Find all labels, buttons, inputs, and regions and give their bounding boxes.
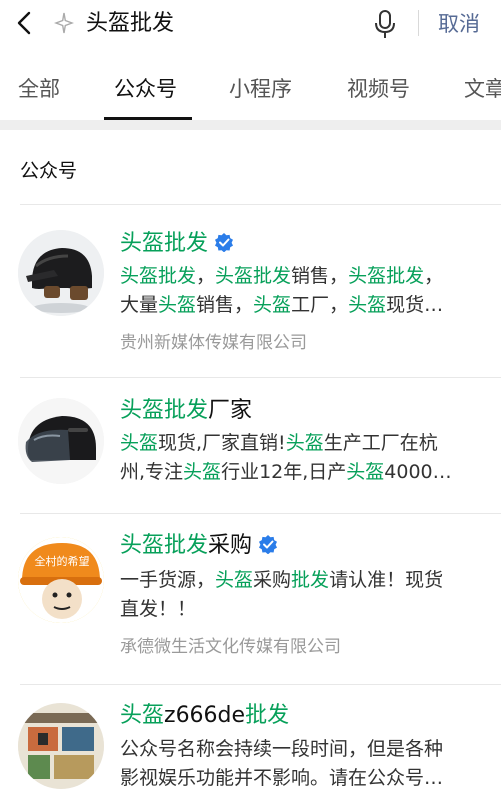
description-text: 现货… (386, 294, 444, 316)
search-input[interactable]: 头盔批发 (86, 9, 174, 39)
keyword-highlight: 头盔 (120, 432, 159, 454)
helmet-icon (18, 230, 104, 316)
tab-channels[interactable]: 视频号 (347, 74, 410, 104)
description-line: 影视娱乐功能并不影响。请在公众号… (120, 764, 480, 793)
helmet-visor-icon (18, 398, 104, 484)
description-line: 头盔批发，头盔批发销售，头盔批发， (120, 262, 480, 291)
verified-badge-icon (215, 233, 234, 252)
back-arrow-icon[interactable] (14, 10, 36, 36)
tab-articles[interactable]: 文章 (464, 74, 501, 104)
description-line: 州,专注头盔行业12年,日产头盔4000… (120, 458, 480, 487)
tab-all[interactable]: 全部 (18, 74, 60, 104)
description-text: 影视娱乐功能并不影响。请在公众号… (120, 767, 444, 789)
keyword-highlight: 头盔 (158, 294, 197, 316)
account-name[interactable]: 头盔z666de批发 (120, 701, 289, 731)
description-text: 请认准！现货 (329, 569, 444, 591)
tab-bar: 全部 公众号 小程序 视频号 文章 (0, 58, 501, 120)
keyword-highlight: 头盔批发 (120, 398, 209, 423)
description-text: 销售， (291, 265, 349, 287)
microphone-icon[interactable] (372, 8, 398, 40)
tab-mini-programs[interactable]: 小程序 (229, 74, 292, 104)
description-text: 4000… (384, 461, 452, 483)
result-item[interactable]: 头盔z666de批发 公众号名称会持续一段时间，但是各种 影视娱乐功能并不影响。请… (0, 685, 501, 793)
search-bar: 头盔批发 取消 (0, 0, 501, 48)
description-text: ， (196, 265, 216, 287)
description-text: 销售， (196, 294, 254, 316)
description-text: 生产工厂在杭 (323, 432, 438, 454)
keyword-highlight: 头盔 (285, 432, 324, 454)
description-text: 现货,厂家直销! (158, 432, 286, 454)
keyword-highlight: 头盔批发 (215, 265, 292, 287)
account-description: 一手货源，头盔采购批发请认准！现货直发！！ (120, 566, 480, 624)
account-description: 头盔批发，头盔批发销售，头盔批发， 大量头盔销售，头盔工厂，头盔现货… (120, 262, 480, 320)
description-text: 工厂， (291, 294, 349, 316)
section-title: 公众号 (20, 160, 78, 182)
account-name[interactable]: 头盔批发厂家 (120, 396, 252, 426)
company-name: 承德微生活文化传媒有限公司 (120, 637, 341, 657)
keyword-highlight: 头盔 (253, 294, 292, 316)
name-text: 采购 (208, 533, 253, 558)
verified-badge-icon (259, 535, 278, 554)
keyword-highlight: 头盔批发 (120, 533, 209, 558)
keyword-highlight: 头盔 (346, 461, 385, 483)
description-line: 一手货源，头盔采购批发请认准！现货 (120, 566, 480, 595)
search-divider (418, 10, 419, 36)
avatar-helmet-visor (18, 398, 104, 484)
result-item[interactable]: 头盔批发厂家 头盔现货,厂家直销!头盔生产工厂在杭 州,专注头盔行业12年,日产头… (0, 378, 501, 513)
description-text: 州,专注 (120, 461, 184, 483)
description-text: 公众号名称会持续一段时间，但是各种 (120, 738, 444, 760)
sparkle-icon (53, 12, 75, 34)
keyword-highlight: 头盔 (120, 703, 165, 728)
tab-official-accounts[interactable]: 公众号 (114, 74, 177, 104)
account-description: 头盔现货,厂家直销!头盔生产工厂在杭 州,专注头盔行业12年,日产头盔4000… (120, 429, 480, 487)
result-item[interactable]: 头盔批发 头盔批发，头盔批发销售，头盔批发， 大量头盔销售，头盔工厂，头盔现货… … (0, 205, 501, 377)
name-text: 厂家 (208, 398, 253, 423)
keyword-highlight: 头盔批发 (120, 265, 197, 287)
cartoon-face-icon: 全村的希望 (18, 537, 104, 623)
description-line: 直发！！ (120, 595, 480, 624)
description-line: 大量头盔销售，头盔工厂，头盔现货… (120, 291, 480, 320)
keyword-highlight: 头盔 (183, 461, 222, 483)
keyword-highlight: 批发 (291, 569, 330, 591)
company-name: 贵州新媒体传媒有限公司 (120, 333, 307, 353)
section-separator (0, 120, 501, 130)
result-item[interactable]: 全村的希望 头盔批发采购 一手货源，头盔采购批发请认准！现货 直发！！ 承德微生活… (0, 514, 501, 684)
description-text: 大量 (120, 294, 159, 316)
avatar-helmet (18, 230, 104, 316)
avatar-cartoon: 全村的希望 (18, 537, 104, 623)
film-collage-icon (18, 703, 104, 789)
description-text: 一手货源， (120, 569, 216, 591)
account-name[interactable]: 头盔批发采购 (120, 531, 278, 561)
account-name[interactable]: 头盔批发 (120, 229, 234, 259)
description-text: 直发！！ (120, 598, 197, 620)
cancel-button[interactable]: 取消 (438, 9, 480, 39)
name-text: z666de (164, 703, 246, 728)
account-description: 公众号名称会持续一段时间，但是各种 影视娱乐功能并不影响。请在公众号… (120, 735, 480, 793)
description-line: 头盔现货,厂家直销!头盔生产工厂在杭 (120, 429, 480, 458)
description-line: 公众号名称会持续一段时间，但是各种 (120, 735, 480, 764)
avatar-text: 全村的希望 (35, 554, 90, 568)
avatar-film-collage (18, 703, 104, 789)
description-text: ， (424, 265, 444, 287)
description-text: 采购 (253, 569, 292, 591)
keyword-highlight: 头盔批发 (120, 231, 209, 256)
keyword-highlight: 头盔批发 (348, 265, 425, 287)
keyword-highlight: 批发 (245, 703, 290, 728)
description-text: 行业12年,日产 (221, 461, 347, 483)
keyword-highlight: 头盔 (215, 569, 254, 591)
keyword-highlight: 头盔 (348, 294, 387, 316)
